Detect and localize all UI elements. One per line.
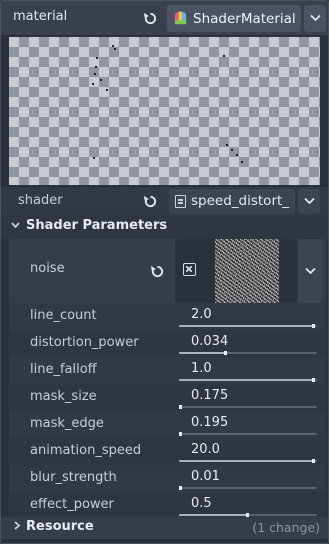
param-slider-grabber[interactable] [224,351,227,355]
shader-material-button[interactable]: ShaderMaterial [167,5,301,32]
param-slider[interactable] [179,432,317,436]
param-slider-grabber[interactable] [312,324,315,328]
param-slider-fill [179,352,226,354]
chevron-right-icon [14,520,21,533]
revert-icon[interactable] [141,9,159,27]
param-slider-fill [179,460,314,462]
param-slider[interactable] [179,324,317,328]
param-slider-grabber[interactable] [179,405,182,409]
chevron-down-icon [11,219,20,232]
param-row-line-count: line_count 2.0 [9,303,326,330]
chevron-down-icon [303,194,315,209]
param-value-field[interactable]: 20.0 [191,442,220,457]
param-value-field[interactable]: 0.034 [191,334,228,349]
param-slider[interactable] [179,405,317,409]
param-label: mask_size [30,389,97,404]
shader-dropdown-button[interactable] [298,189,320,214]
chevron-down-icon [304,264,316,279]
material-header: material ShaderMaterial [1,1,328,35]
param-row-effect-power: effect_power 0.5 [9,492,326,519]
param-label: line_falloff [30,362,97,377]
param-slider-grabber[interactable] [312,459,315,463]
noise-texture-icon [183,263,196,276]
noise-dropdown-button[interactable] [298,239,322,303]
shader-material-icon [173,11,188,26]
param-value-field[interactable]: 0.195 [191,415,228,430]
shader-material-label: ShaderMaterial [193,10,296,27]
param-label: animation_speed [30,443,142,458]
param-label: line_count [30,308,97,323]
section-title: Shader Parameters [26,218,168,233]
param-value-field[interactable]: 0.5 [191,496,212,511]
param-slider[interactable] [179,486,317,490]
shader-label: shader [18,193,63,208]
shader-parameters-section[interactable]: Shader Parameters [1,215,328,239]
param-row-animation-speed: animation_speed 20.0 [9,438,326,465]
param-slider[interactable] [179,459,317,463]
resource-title: Resource [26,519,94,534]
noise-property-row: noise [9,239,326,303]
inspector-panel: material ShaderMaterial shader speed_dis… [0,0,329,544]
noise-texture-thumbnail [215,239,279,303]
param-label: distortion_power [30,335,139,350]
param-label: blur_strength [30,470,117,485]
resource-section[interactable]: Resource (1 change) [1,517,328,539]
param-label: effect_power [30,497,114,512]
param-slider-fill [179,379,314,381]
material-preview [9,37,320,185]
revert-icon[interactable] [148,262,166,280]
param-value-field[interactable]: 1.0 [191,361,212,376]
param-slider-fill [179,325,314,327]
param-row-mask-edge: mask_edge 0.195 [9,411,326,438]
param-slider-grabber[interactable] [179,432,182,436]
param-label: mask_edge [30,416,104,431]
material-label: material [13,9,68,24]
param-slider[interactable] [179,513,317,517]
param-row-distortion-power: distortion_power 0.034 [9,330,326,357]
param-row-blur-strength: blur_strength 0.01 [9,465,326,492]
param-value-field[interactable]: 0.175 [191,388,228,403]
shader-file-icon [175,195,186,208]
shader-file-name: speed_distort_ [191,193,290,209]
param-row-mask-size: mask_size 0.175 [9,384,326,411]
change-count: (1 change) [252,520,320,535]
noise-label: noise [30,261,65,276]
param-slider-fill [179,514,248,516]
noise-texture-button[interactable] [175,239,297,303]
material-dropdown-button[interactable] [304,5,326,32]
param-slider-grabber[interactable] [179,486,182,490]
param-value-field[interactable]: 2.0 [191,307,212,322]
revert-icon[interactable] [141,192,159,210]
chevron-down-icon [309,11,321,26]
param-slider-grabber[interactable] [312,378,315,382]
shader-file-button[interactable]: speed_distort_ [169,189,295,214]
param-value-field[interactable]: 0.01 [191,469,220,484]
param-slider[interactable] [179,378,317,382]
param-slider[interactable] [179,351,317,355]
shader-property-row: shader speed_distort_ [1,187,328,215]
param-row-line-falloff: line_falloff 1.0 [9,357,326,384]
